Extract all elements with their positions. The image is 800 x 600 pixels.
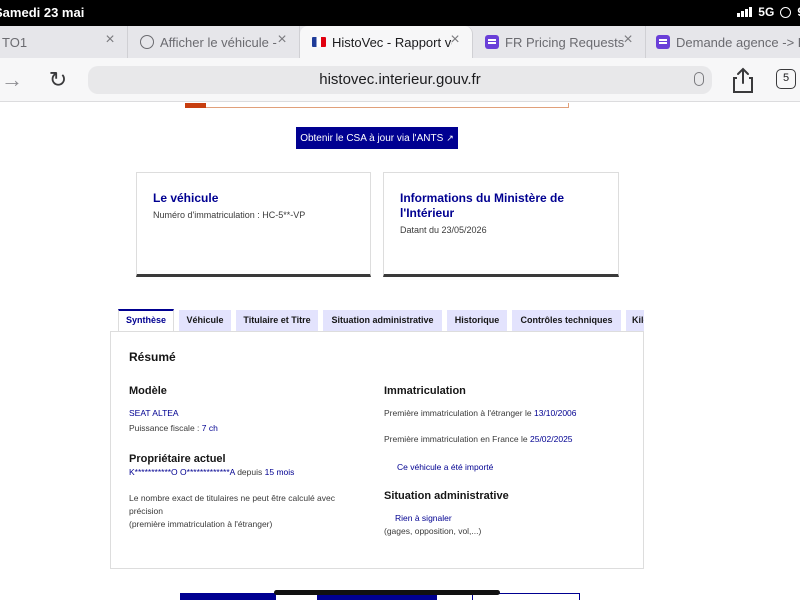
forward-arrow-icon[interactable]: → — [0, 66, 26, 94]
imported-vehicle-link[interactable]: Ce véhicule a été importé — [397, 462, 493, 472]
tab-vehicule[interactable]: Véhicule — [179, 310, 231, 331]
registration-heading: Immatriculation — [384, 385, 466, 397]
ministry-card-title: Informations du Ministère de l'Intérieur — [400, 191, 565, 220]
status-indicators: 5G 9 — [737, 5, 800, 19]
first-registration-abroad: Première immatriculation à l'étranger le… — [384, 408, 577, 418]
tab-count-button[interactable]: 5 — [776, 69, 796, 89]
browser-toolbar: → ↻ histovec.interieur.gouv.fr 5 — [0, 58, 800, 102]
url-bar[interactable]: histovec.interieur.gouv.fr — [88, 66, 712, 94]
status-date: Samedi 23 mai — [0, 5, 85, 20]
summary-heading: Résumé — [129, 350, 176, 364]
model-heading: Modèle — [129, 385, 167, 397]
tab-situation-administrative[interactable]: Situation administrative — [323, 310, 442, 331]
globe-icon — [140, 35, 154, 49]
tab-synthese[interactable]: Synthèse — [118, 309, 174, 331]
vehicle-card[interactable]: Le véhicule Numéro d'immatriculation : H… — [136, 172, 371, 277]
close-icon[interactable]: × — [621, 32, 635, 48]
browser-tab-4[interactable]: FR Pricing Requests × — [473, 26, 646, 58]
admin-situation-heading: Situation administrative — [384, 490, 509, 502]
url-text: histovec.interieur.gouv.fr — [319, 71, 481, 88]
reload-icon[interactable]: ↻ — [44, 66, 72, 94]
fiscal-power-value: 7 ch — [201, 423, 218, 433]
browser-tab-5[interactable]: Demande agence -> E — [646, 26, 800, 58]
close-icon[interactable]: × — [275, 32, 289, 48]
french-flag-icon — [312, 37, 326, 47]
external-link-icon: ↗ — [446, 133, 454, 143]
ministry-date: Datant du 23/05/2026 — [400, 225, 487, 235]
tab-historique[interactable]: Historique — [447, 310, 507, 331]
admin-status-link[interactable]: Rien à signaler — [395, 513, 452, 523]
vehicle-card-title: Le véhicule — [153, 191, 219, 205]
browser-tab-3[interactable]: HistoVec - Rapport ve × — [300, 26, 473, 58]
previous-section-border — [185, 103, 569, 108]
ants-button-label: Obtenir le CSA à jour via l'ANTS — [300, 133, 444, 144]
registration-number: Numéro d'immatriculation : HC-5**-VP — [153, 210, 306, 220]
tab-label: Demande agence -> E — [676, 34, 800, 50]
page-content: Obtenir le CSA à jour via l'ANTS ↗ Le véh… — [0, 103, 800, 600]
first-registration-france: Première immatriculation en France le 25… — [384, 434, 573, 444]
ministry-card[interactable]: Informations du Ministère de l'Intérieur… — [383, 172, 619, 277]
form-icon — [656, 35, 670, 49]
home-indicator — [274, 590, 500, 595]
tab-kilometrage[interactable]: Kilo — [626, 310, 644, 331]
tab-label: FR Pricing Requests — [505, 34, 625, 50]
tab-controles-techniques[interactable]: Contrôles techniques — [512, 310, 621, 331]
network-label: 5G — [758, 5, 775, 19]
owner-duration: 15 mois — [264, 467, 295, 477]
browser-tab-strip: TO1 × Afficher le véhicule - A × HistoVe… — [0, 26, 800, 58]
fiscal-power: Puissance fiscale : 7 ch — [129, 423, 218, 433]
model-value: SEAT ALTEA — [129, 408, 179, 418]
tab-label: Afficher le véhicule - A — [160, 34, 280, 50]
signal-icon — [737, 7, 753, 17]
owner-line: K***********O O*************A depuis 15 … — [129, 467, 295, 477]
share-icon[interactable] — [730, 66, 756, 94]
ants-csa-button[interactable]: Obtenir le CSA à jour via l'ANTS ↗ — [296, 127, 458, 149]
summary-panel: Résumé Modèle SEAT ALTEA Puissance fisca… — [110, 331, 644, 569]
microphone-icon[interactable] — [694, 72, 704, 86]
browser-tab-2[interactable]: Afficher le véhicule - A × — [128, 26, 300, 58]
close-icon[interactable]: × — [103, 32, 117, 48]
owner-heading: Propriétaire actuel — [129, 453, 226, 465]
owners-note: Le nombre exact de titulaires ne peut êt… — [129, 493, 336, 529]
status-bar: Samedi 23 mai 5G 9 — [0, 0, 800, 26]
close-icon[interactable]: × — [448, 32, 462, 48]
bottom-button-1[interactable] — [180, 593, 276, 600]
owner-name: K***********O O*************A — [129, 467, 235, 477]
battery-icon — [780, 6, 792, 18]
form-icon — [485, 35, 499, 49]
tab-label: HistoVec - Rapport ve — [332, 34, 452, 50]
tab-titulaire[interactable]: Titulaire et Titre — [236, 310, 318, 331]
tab-label: TO1 — [2, 34, 28, 50]
report-tabs: Synthèse Véhicule Titulaire et Titre Sit… — [118, 309, 644, 331]
browser-tab-1[interactable]: TO1 × — [0, 26, 128, 58]
admin-status-detail: (gages, opposition, vol,...) — [384, 526, 482, 536]
